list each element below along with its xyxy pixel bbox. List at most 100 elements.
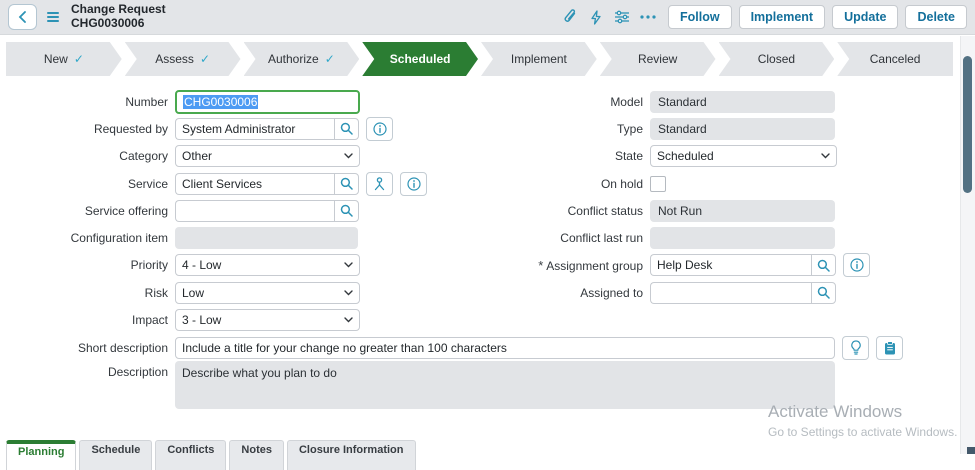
stage-review[interactable]: Review <box>600 42 716 76</box>
search-icon <box>817 259 830 272</box>
short-description-input[interactable]: Include a title for your change no great… <box>175 337 835 359</box>
stage-assess[interactable]: Assess✓ <box>125 42 241 76</box>
chevron-down-icon <box>344 153 353 159</box>
assigned-to-label: Assigned to <box>468 286 650 300</box>
model-readonly: Standard <box>650 91 835 113</box>
chevron-down-icon <box>344 290 353 296</box>
on-hold-label: On hold <box>468 177 650 191</box>
implement-button[interactable]: Implement <box>739 5 826 29</box>
field-service: Service Client Services <box>0 170 430 197</box>
scrollbar-thumb[interactable] <box>963 56 972 193</box>
number-input[interactable]: CHG0030006 <box>175 90 360 114</box>
selected-text: CHG0030006 <box>183 95 258 109</box>
impact-label: Impact <box>0 313 175 327</box>
field-conflict-status: Conflict status Not Run <box>468 197 898 224</box>
tab-closure-information[interactable]: Closure Information <box>287 440 416 470</box>
update-button[interactable]: Update <box>832 5 898 29</box>
stage-authorize[interactable]: Authorize✓ <box>244 42 360 76</box>
stage-closed[interactable]: Closed <box>719 42 835 76</box>
stage-canceled[interactable]: Canceled <box>837 42 953 76</box>
more-options-icon[interactable] <box>635 6 661 28</box>
service-input[interactable]: Client Services <box>175 173 334 195</box>
form-column-right: Model Standard Type Standard State Sched… <box>468 88 898 306</box>
follow-button[interactable]: Follow <box>668 5 732 29</box>
risk-select[interactable]: Low <box>175 282 360 304</box>
info-icon <box>407 177 421 191</box>
type-label: Type <box>468 122 650 136</box>
model-label: Model <box>468 95 650 109</box>
stage-implement[interactable]: Implement <box>481 42 597 76</box>
tab-conflicts[interactable]: Conflicts <box>155 440 226 470</box>
assigned-to-input[interactable] <box>650 282 811 304</box>
conflict-last-run-readonly <box>650 227 835 249</box>
configuration-item-readonly <box>175 227 358 249</box>
form-column-left: Number CHG0030006 Requested by System Ad… <box>0 88 430 334</box>
description-textarea[interactable]: Describe what you plan to do <box>175 361 835 409</box>
assignment-group-preview-button[interactable] <box>843 253 870 277</box>
configuration-item-label: Configuration item <box>0 231 175 245</box>
field-requested-by: Requested by System Administrator <box>0 115 430 142</box>
back-button[interactable] <box>8 4 37 30</box>
category-select[interactable]: Other <box>175 145 360 167</box>
description-label: Description <box>0 361 175 379</box>
check-icon: ✓ <box>325 52 335 66</box>
requested-by-preview-button[interactable] <box>366 117 393 141</box>
requested-by-lookup-button[interactable] <box>334 118 359 140</box>
state-select[interactable]: Scheduled <box>650 145 837 167</box>
service-offering-lookup-button[interactable] <box>334 200 359 222</box>
suggestion-button[interactable] <box>842 336 869 360</box>
assignment-group-lookup-button[interactable] <box>811 254 836 276</box>
change-request-form-page: Change Request CHG0030006 <box>0 0 975 454</box>
stage-new[interactable]: New✓ <box>6 42 122 76</box>
record-number: CHG0030006 <box>71 17 166 31</box>
search-icon <box>340 204 353 217</box>
tab-planning[interactable]: Planning <box>6 440 76 470</box>
field-priority: Priority 4 - Low <box>0 252 430 279</box>
service-map-button[interactable] <box>366 172 393 196</box>
impact-select[interactable]: 3 - Low <box>175 309 360 331</box>
clipboard-icon <box>884 341 896 355</box>
field-state: State Scheduled <box>468 143 898 170</box>
tab-notes[interactable]: Notes <box>229 440 284 470</box>
service-preview-button[interactable] <box>400 172 427 196</box>
chevron-left-icon <box>18 11 27 23</box>
assigned-to-lookup-button[interactable] <box>811 282 836 304</box>
priority-select[interactable]: 4 - Low <box>175 254 360 276</box>
check-icon: ✓ <box>200 52 210 66</box>
template-button[interactable] <box>876 336 903 360</box>
conflict-status-label: Conflict status <box>468 204 650 218</box>
service-offering-input[interactable] <box>175 200 334 222</box>
chevron-down-icon <box>344 262 353 268</box>
personalize-icon[interactable] <box>609 6 635 28</box>
risk-label: Risk <box>0 286 175 300</box>
tab-schedule[interactable]: Schedule <box>79 440 152 470</box>
search-icon <box>340 122 353 135</box>
required-marker: * <box>538 258 543 273</box>
service-label: Service <box>0 177 175 191</box>
assignment-group-input[interactable]: Help Desk <box>650 254 811 276</box>
service-lookup-button[interactable] <box>334 173 359 195</box>
field-service-offering: Service offering <box>0 197 430 224</box>
stage-scheduled[interactable]: Scheduled <box>362 42 478 76</box>
field-short-description: Short description Include a title for yo… <box>0 334 903 361</box>
requested-by-input[interactable]: System Administrator <box>175 118 334 140</box>
field-impact: Impact 3 - Low <box>0 306 430 333</box>
field-description: Description Describe what you plan to do <box>0 361 835 409</box>
context-menu-icon[interactable] <box>47 12 59 22</box>
delete-button[interactable]: Delete <box>905 5 967 29</box>
record-header: Change Request CHG0030006 <box>0 0 975 35</box>
field-category: Category Other <box>0 143 430 170</box>
field-risk: Risk Low <box>0 279 430 306</box>
service-offering-label: Service offering <box>0 204 175 218</box>
priority-label: Priority <box>0 258 175 272</box>
paperclip-icon[interactable] <box>557 6 583 28</box>
info-icon <box>850 258 864 272</box>
field-type: Type Standard <box>468 115 898 142</box>
on-hold-checkbox[interactable] <box>650 176 666 192</box>
vertical-scrollbar[interactable] <box>960 36 975 454</box>
requested-by-label: Requested by <box>0 122 175 136</box>
short-description-label: Short description <box>0 341 175 355</box>
search-icon <box>340 177 353 190</box>
agent-assist-icon[interactable] <box>583 6 609 28</box>
record-title-block: Change Request CHG0030006 <box>71 3 166 31</box>
